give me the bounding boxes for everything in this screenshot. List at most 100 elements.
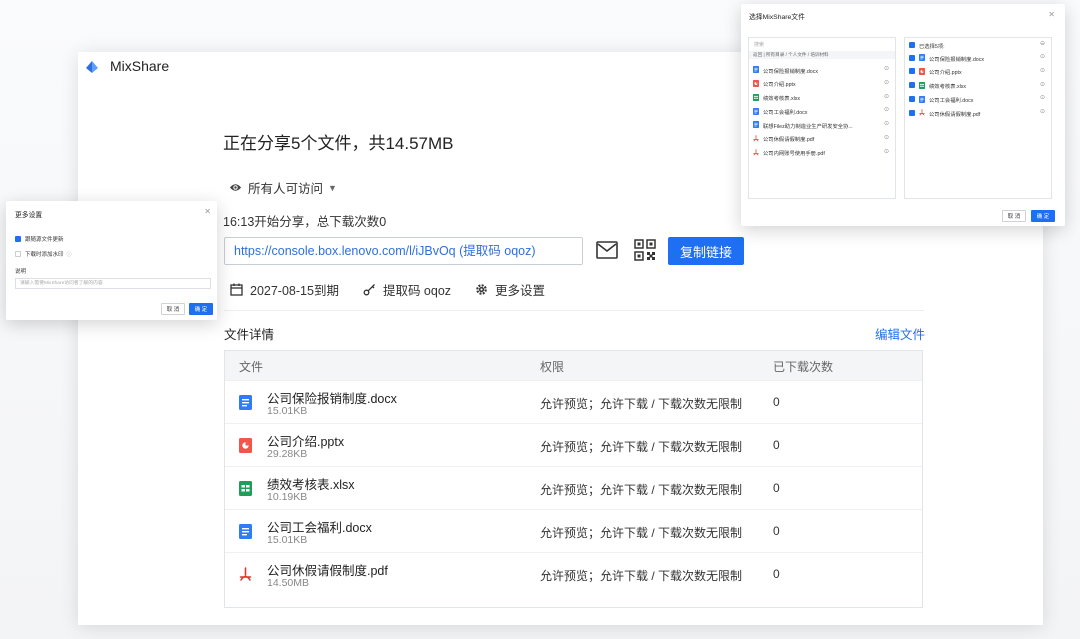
qrcode-icon (634, 239, 656, 261)
gear-icon (476, 284, 487, 295)
extract-code[interactable]: 提取码 oqoz (363, 280, 451, 299)
list-item[interactable]: 联想Filez助力制造业生产研发安全协... ⊙ (749, 118, 895, 132)
add-icon[interactable]: ⊙ (884, 79, 889, 86)
picker-ok-button[interactable]: 确 定 (1031, 210, 1055, 222)
table-row[interactable]: 公司休假请假制度.pdf 14.50MB 允许预览；允许下载 / 下载次数无限制… (225, 552, 922, 595)
calendar-icon (230, 283, 243, 296)
edit-files-link[interactable]: 编辑文件 (875, 324, 925, 343)
mail-icon (596, 241, 618, 259)
picker-source-list: 公司保险报销制度.docx ⊙ 公司介绍.pptx ⊙ 绩效考核表.xlsx ⊙… (749, 63, 895, 160)
add-icon[interactable]: ⊙ (884, 106, 889, 113)
picker-search-input[interactable]: 搜索 (754, 41, 764, 48)
list-item[interactable]: 公司介绍.pptx ⊙ (905, 65, 1051, 79)
excel-file-icon (239, 481, 252, 496)
picker-title: 选择MixShare文件 (749, 14, 805, 21)
description-label: 说明 (15, 269, 27, 275)
picker-cancel-button[interactable]: 取 消 (1002, 210, 1026, 222)
file-size: 10.19KB (267, 491, 308, 503)
remove-icon[interactable]: ⊙ (1040, 53, 1045, 60)
download-count: 0 (773, 567, 780, 581)
select-all-checkbox[interactable] (909, 42, 915, 48)
eye-icon (229, 184, 242, 191)
share-info: 16:13开始分享，总下载次数0 (223, 215, 387, 229)
follow-source-checkbox[interactable]: 跟随源文件更新 (15, 235, 64, 243)
caret-down-icon: ▼ (328, 182, 337, 193)
add-icon[interactable]: ⊙ (884, 120, 889, 127)
settings-cancel-button[interactable]: 取 消 (161, 303, 185, 315)
ppt-file-icon (239, 438, 252, 453)
expire-date[interactable]: 2027-08-15到期 (230, 280, 339, 299)
checkbox-checked[interactable] (909, 82, 915, 89)
download-count: 0 (773, 481, 780, 495)
table-row[interactable]: 公司介绍.pptx 29.28KB 允许预览；允许下载 / 下载次数无限制 0 (225, 423, 922, 466)
word-file-icon (239, 524, 252, 539)
more-settings-dialog: 更多设置 ✕ 跟随源文件更新 下载时添加水印 ⓘ 说明 请输入需要MixShar… (6, 201, 217, 320)
word-file-icon (753, 107, 759, 115)
table-row[interactable]: 公司保险报销制度.docx 15.01KB 允许预览；允许下载 / 下载次数无限… (225, 380, 922, 423)
access-dropdown[interactable]: 所有人可访问 ▼ (229, 178, 337, 197)
checkbox-checked[interactable] (909, 68, 915, 75)
file-size: 15.01KB (267, 534, 308, 546)
description-input[interactable]: 请输入需要MixShare访问者了解的内容 (15, 278, 211, 289)
word-file-icon (239, 395, 252, 410)
excel-file-icon (919, 81, 925, 89)
remove-icon[interactable]: ⊙ (1040, 81, 1045, 88)
checkbox-checked[interactable] (909, 109, 915, 116)
pdf-file-icon (753, 149, 759, 156)
info-icon: ⓘ (66, 251, 72, 258)
list-item[interactable]: 绩效考核表.xlsx ⊙ (905, 79, 1051, 93)
list-item[interactable]: 公司休假请假制度.pdf ⊙ (905, 106, 1051, 120)
add-icon[interactable]: ⊙ (884, 93, 889, 100)
ppt-file-icon (753, 80, 759, 88)
table-header: 文件 权限 已下载次数 (225, 351, 922, 380)
remove-icon[interactable]: ⊙ (1040, 67, 1045, 74)
word-file-icon (753, 66, 759, 74)
word-file-icon (919, 54, 925, 62)
email-share-button[interactable] (594, 237, 620, 263)
checkbox-unchecked (15, 251, 21, 257)
table-row[interactable]: 公司工会福利.docx 15.01KB 允许预览；允许下载 / 下载次数无限制 … (225, 509, 922, 552)
watermark-checkbox[interactable]: 下载时添加水印 ⓘ (15, 250, 72, 258)
share-link-field[interactable]: https://console.box.lenovo.com/l/iJBvOq … (224, 237, 583, 265)
file-permission: 允许预览；允许下载 / 下载次数无限制 (540, 569, 743, 583)
file-permission: 允许预览；允许下载 / 下载次数无限制 (540, 440, 743, 454)
list-item[interactable]: 公司介绍.pptx ⊙ (749, 77, 895, 91)
add-icon[interactable]: ⊙ (884, 148, 889, 155)
close-icon[interactable]: ✕ (204, 207, 211, 216)
pdf-file-icon (239, 567, 252, 582)
column-downloads: 已下载次数 (773, 360, 834, 374)
list-item[interactable]: 公司保险报销制度.docx ⊙ (749, 63, 895, 77)
remove-icon[interactable]: ⊙ (1040, 94, 1045, 101)
file-size: 15.01KB (267, 405, 308, 417)
file-picker-dialog: 选择MixShare文件 ✕ 搜索 返回 | 所有目录 / 个人文件 / 培训材… (741, 4, 1065, 226)
excel-file-icon (753, 93, 759, 101)
add-icon[interactable]: ⊙ (884, 65, 889, 72)
qrcode-button[interactable] (632, 237, 658, 263)
list-item[interactable]: 公司工会福利.docx ⊙ (749, 104, 895, 118)
settings-title: 更多设置 (15, 212, 43, 219)
list-item[interactable]: 公司内网账号使用手册.pdf ⊙ (749, 146, 895, 160)
column-file: 文件 (239, 360, 264, 374)
add-icon[interactable]: ⊙ (884, 134, 889, 141)
divider (224, 310, 924, 311)
list-item[interactable]: 公司保险报销制度.docx ⊙ (905, 51, 1051, 65)
app-name: MixShare (110, 58, 170, 74)
settings-ok-button[interactable]: 确 定 (189, 303, 213, 315)
ppt-file-icon (919, 68, 925, 76)
list-item[interactable]: 绩效考核表.xlsx ⊙ (749, 91, 895, 105)
word-file-icon (753, 121, 759, 129)
close-icon[interactable]: ✕ (1048, 10, 1055, 19)
list-item[interactable]: 公司休假请假制度.pdf ⊙ (749, 132, 895, 146)
remove-icon[interactable]: ⊙ (1040, 108, 1045, 115)
list-item[interactable]: 公司工会福利.docx ⊙ (905, 92, 1051, 106)
checkbox-checked[interactable] (909, 54, 915, 61)
table-row[interactable]: 绩效考核表.xlsx 10.19KB 允许预览；允许下载 / 下载次数无限制 0 (225, 466, 922, 509)
picker-source-panel: 搜索 返回 | 所有目录 / 个人文件 / 培训材料 公司保险报销制度.docx… (748, 37, 896, 199)
checkbox-checked[interactable] (909, 95, 915, 102)
key-icon (363, 284, 375, 296)
more-settings-link[interactable]: 更多设置 (475, 280, 545, 299)
clear-icon[interactable]: ⊖ (1040, 40, 1045, 47)
breadcrumb[interactable]: 返回 | 所有目录 / 个人文件 / 培训材料 (749, 51, 895, 59)
download-count: 0 (773, 395, 780, 409)
copy-link-button[interactable]: 复制链接 (668, 237, 744, 265)
